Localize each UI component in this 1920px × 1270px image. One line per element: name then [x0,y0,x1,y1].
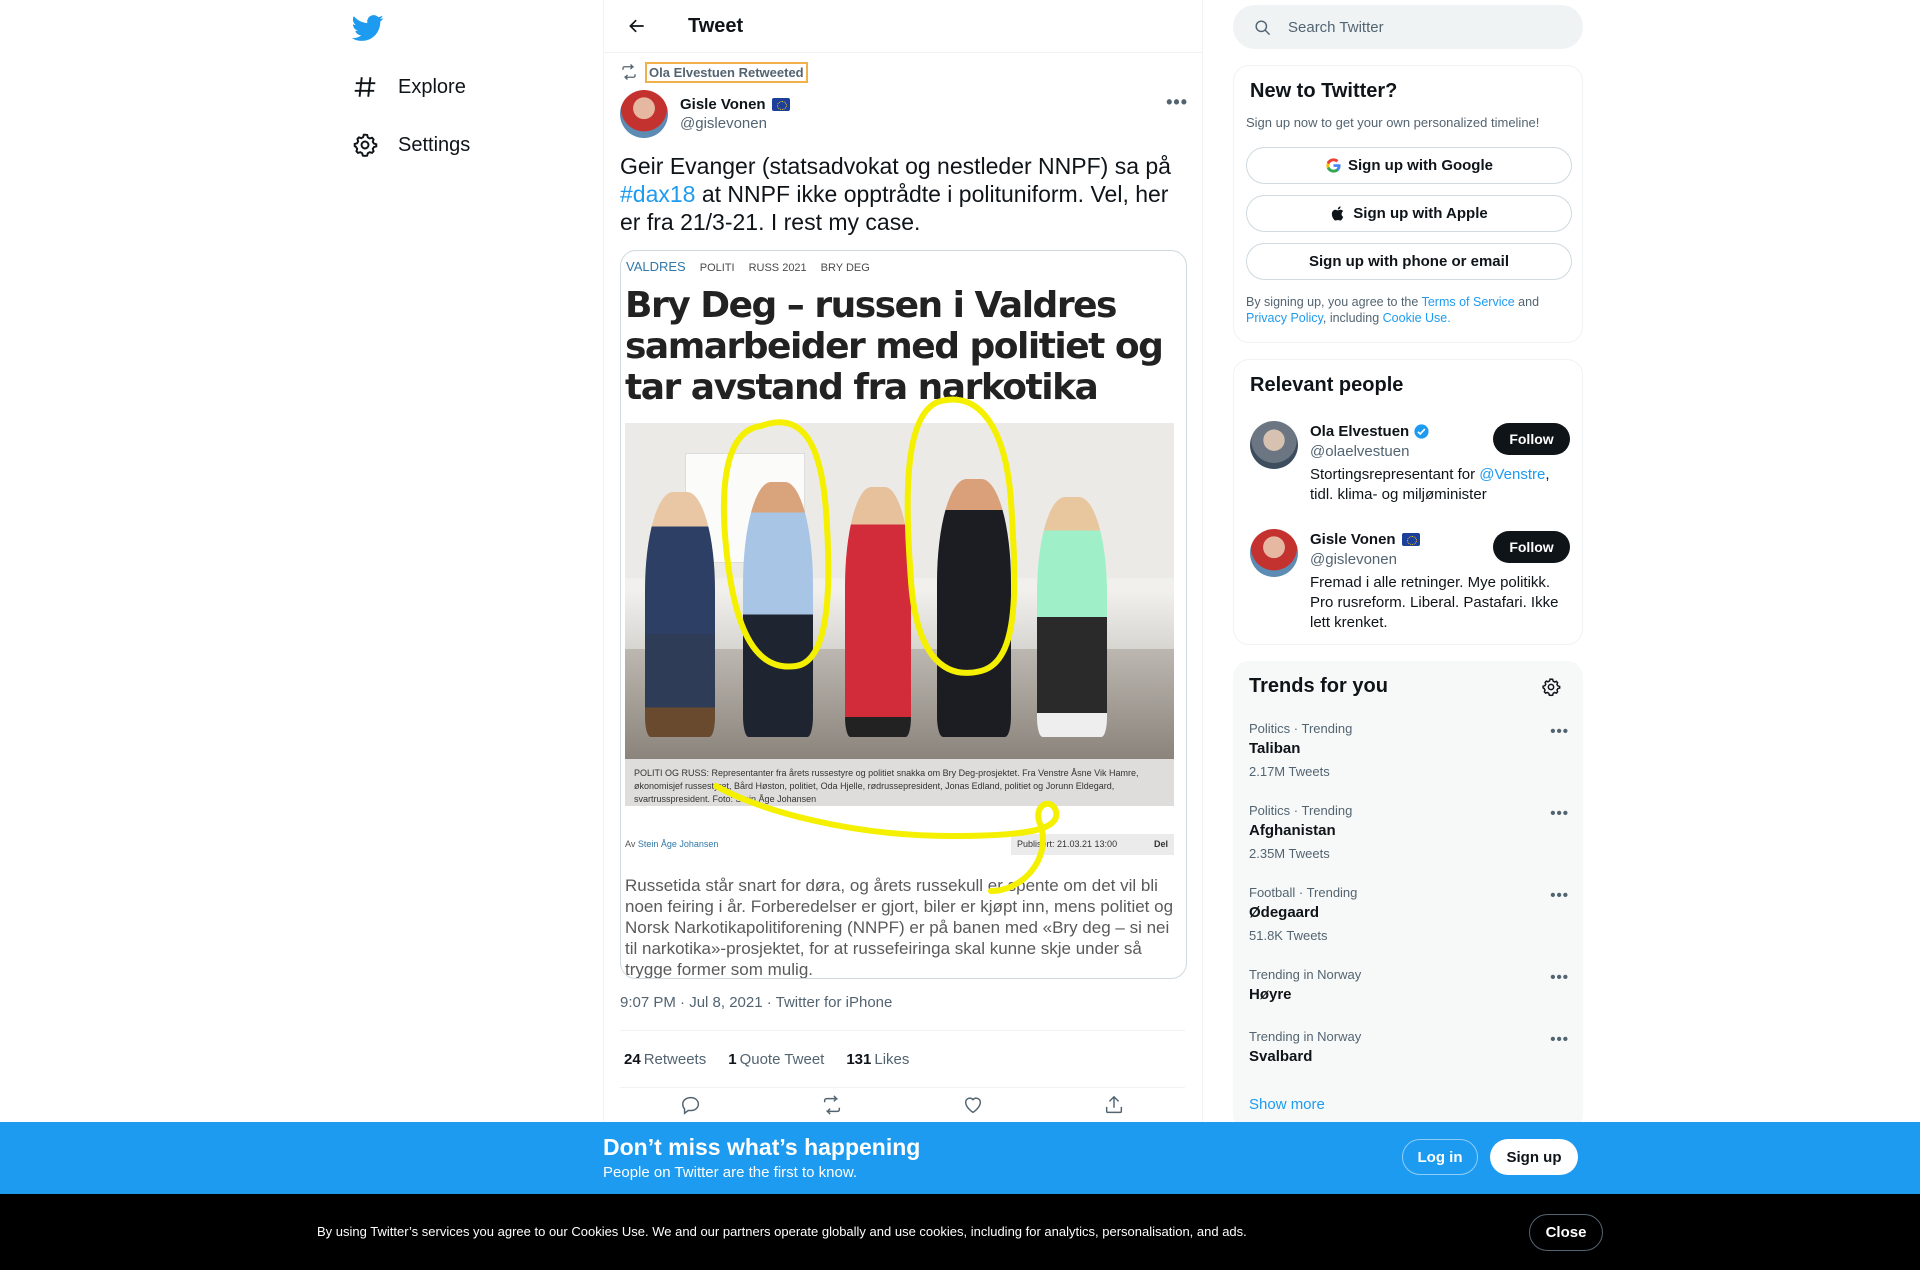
page-title: Tweet [688,14,744,37]
apple-icon [1332,206,1344,221]
article-byline: Av Stein Åge Johansen [625,839,719,849]
nav-settings[interactable]: Settings [352,125,470,165]
author-name[interactable]: Gisle Vonen [680,96,790,113]
like-icon[interactable] [962,1094,984,1116]
phone-email-signup-button[interactable]: Sign up with phone or email [1246,243,1572,280]
person-bio: Stortingsrepresentant for @Venstre, tidl… [1310,466,1550,503]
trend-item[interactable]: Trending in Norway Høyre ••• [1249,967,1569,1003]
more-options-icon[interactable]: ••• [1166,92,1188,113]
back-button[interactable] [620,9,654,43]
eu-flag-icon [1401,533,1420,546]
relevant-people-panel: Relevant people Ola Elvestuen @olaelvest… [1233,359,1583,645]
trend-more-icon[interactable]: ••• [1550,969,1569,986]
person-name[interactable]: Ola Elvestuen [1310,423,1430,440]
retweets-stat[interactable]: 24 Retweets [624,1051,706,1068]
tweet-author[interactable]: Gisle Vonen @gislevonen [620,90,790,138]
tweet-media-image[interactable]: VALDRES POLITI RUSS 2021 BRY DEG Bry Deg… [620,250,1187,979]
relevant-people-title: Relevant people [1250,374,1404,396]
trend-item[interactable]: Football · Trending Ødegaard 51.8K Tweet… [1249,885,1569,943]
new-to-twitter-panel: New to Twitter? Sign up now to get your … [1233,65,1583,343]
terms-link[interactable]: Terms of Service [1422,295,1515,309]
new-to-twitter-title: New to Twitter? [1250,80,1398,102]
person-handle[interactable]: @olaelvestuen [1310,443,1409,460]
apple-signup-button[interactable]: Sign up with Apple [1246,195,1572,232]
nav-explore-label: Explore [398,75,466,98]
cookie-banner: By using Twitter’s services you agree to… [0,1194,1920,1270]
privacy-link[interactable]: Privacy Policy [1246,311,1323,325]
trends-settings-gear-icon[interactable] [1541,677,1561,697]
tweet-stats: 24 Retweets 1 Quote Tweet 131 Likes [620,1030,1185,1088]
trends-title: Trends for you [1249,675,1388,697]
trend-more-icon[interactable]: ••• [1550,1031,1569,1048]
retweeted-by-link[interactable]: Ola Elvestuen Retweeted [645,61,808,83]
verified-badge-icon [1414,424,1429,439]
trends-panel: Trends for you Politics · Trending Talib… [1233,661,1583,1131]
cookie-text: By using Twitter’s services you agree to… [317,1224,1247,1239]
avatar[interactable] [1250,529,1298,577]
gear-icon [353,133,378,157]
login-button[interactable]: Log in [1402,1139,1478,1175]
nav-explore[interactable]: Explore [352,67,466,107]
trend-item[interactable]: Politics · Trending Taliban 2.17M Tweets… [1249,721,1569,779]
trend-more-icon[interactable]: ••• [1550,723,1569,740]
google-signup-button[interactable]: Sign up with Google [1246,147,1572,184]
likes-stat[interactable]: 131 Likes [846,1051,909,1068]
cookie-close-button[interactable]: Close [1529,1214,1603,1251]
signup-banner: Don’t miss what’s happening People on Tw… [0,1122,1920,1194]
article-caption: POLITI OG RUSS: Representanter fra årets… [625,759,1174,806]
hashtag-icon [354,77,376,97]
search-input[interactable]: Search Twitter [1233,5,1583,49]
avatar[interactable] [620,90,668,138]
reply-icon[interactable] [680,1094,702,1116]
google-icon [1326,158,1341,173]
person-name[interactable]: Gisle Vonen [1310,531,1420,548]
quote-tweets-stat[interactable]: 1 Quote Tweet [728,1051,824,1068]
retweet-context: Ola Elvestuen Retweeted [620,61,808,83]
signup-legal-text: By signing up, you agree to the Terms of… [1246,295,1540,325]
person-handle[interactable]: @gislevonen [1310,551,1397,568]
nav-settings-label: Settings [398,133,471,156]
tweet-timestamp[interactable]: 9:07 PM · Jul 8, 2021 · Twitter for iPho… [620,994,892,1011]
tweet-header: Tweet [604,0,1202,53]
arrow-left-icon [629,19,644,33]
follow-button[interactable]: Follow [1493,423,1570,455]
signup-button[interactable]: Sign up [1490,1139,1578,1175]
article-lead: Russetida står snart for døra, og årets … [625,876,1174,979]
tweet-text: Geir Evanger (statsadvokat og nestleder … [620,153,1171,235]
banner-title: Don’t miss what’s happening [603,1134,921,1160]
trend-item[interactable]: Politics · Trending Afghanistan 2.35M Tw… [1249,803,1569,861]
show-more-link[interactable]: Show more [1249,1096,1325,1113]
bio-mention-link[interactable]: @Venstre [1479,466,1545,483]
cookie-use-link[interactable]: Cookie Use. [1383,311,1451,325]
hashtag-link[interactable]: #dax18 [620,181,695,207]
person-bio: Fremad i alle retninger. Mye politikk. P… [1310,574,1559,631]
retweet-icon[interactable] [821,1094,843,1116]
retweet-icon [622,64,636,80]
trend-more-icon[interactable]: ••• [1550,887,1569,904]
eu-flag-icon [771,98,790,111]
avatar[interactable] [1250,421,1298,469]
search-placeholder: Search Twitter [1288,18,1384,36]
trend-more-icon[interactable]: ••• [1550,805,1569,822]
follow-button[interactable]: Follow [1493,531,1570,563]
banner-subtitle: People on Twitter are the first to know. [603,1164,858,1181]
article-published: Publisert: 21.03.21 13:00 Del [1011,834,1174,855]
trend-item[interactable]: Trending in Norway Svalbard ••• [1249,1029,1569,1065]
author-handle[interactable]: @gislevonen [680,115,790,132]
tweet-actions [620,1094,1185,1116]
article-headline: Bry Deg – russen i Valdres samarbeider m… [625,285,1164,408]
article-photo [625,423,1174,759]
tweet-detail-column: Tweet Ola Elvestuen Retweeted Gisle Vone… [603,0,1203,1122]
share-icon[interactable] [1103,1094,1125,1116]
twitter-logo-icon[interactable] [352,12,384,44]
search-icon [1255,19,1271,35]
article-tags: VALDRES POLITI RUSS 2021 BRY DEG [626,259,870,274]
new-to-twitter-subtitle: Sign up now to get your own personalized… [1246,115,1540,130]
